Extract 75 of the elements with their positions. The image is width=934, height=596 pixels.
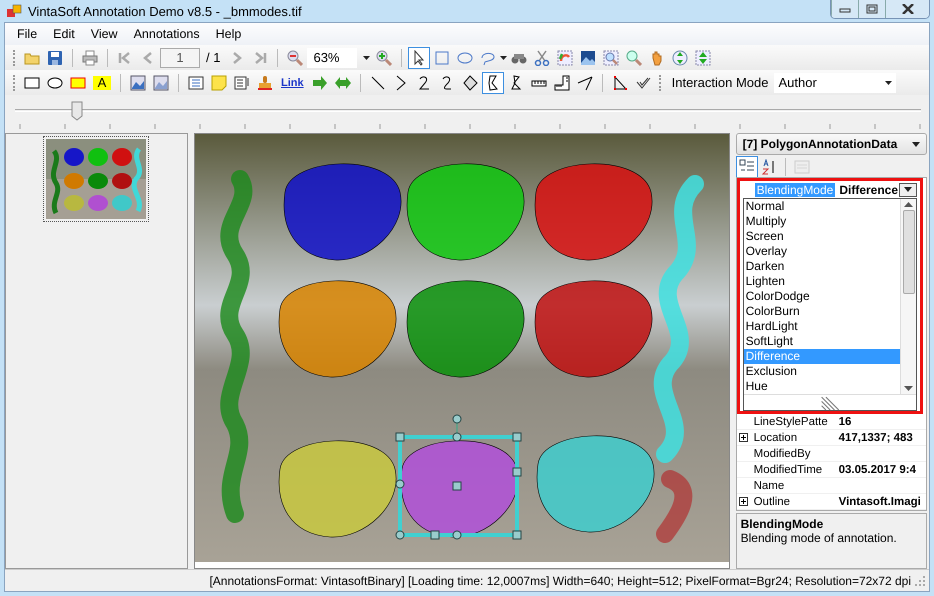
object-selector[interactable]: [7] PolygonAnnotationData <box>736 133 927 155</box>
scroll-up-icon[interactable] <box>904 202 913 207</box>
annotation-shape[interactable] <box>406 164 524 260</box>
dropdown-arrow-icon[interactable] <box>500 56 508 60</box>
list-option[interactable]: Darken <box>744 259 900 274</box>
annotation-shape[interactable] <box>220 170 252 523</box>
list-option[interactable]: ColorBurn <box>744 304 900 319</box>
expand-icon[interactable] <box>739 497 748 506</box>
list-option[interactable]: Overlay <box>744 244 900 259</box>
dropdown-arrow-icon[interactable] <box>363 56 370 60</box>
menu-item[interactable]: Annotations <box>126 27 208 41</box>
list-option[interactable]: ColorDodge <box>744 289 900 304</box>
menu-item[interactable]: View <box>82 27 126 41</box>
scroll-down-icon[interactable] <box>904 386 913 391</box>
list-option[interactable]: Lighten <box>744 274 900 289</box>
text-highlight-tool[interactable]: A <box>93 76 111 90</box>
annotation-shape[interactable] <box>534 280 652 378</box>
minimize-button[interactable] <box>831 0 858 18</box>
menu-item[interactable]: File <box>9 27 46 41</box>
annotation-shape[interactable] <box>278 440 396 538</box>
freehand-polygon-icon[interactable] <box>482 72 504 94</box>
status-text: [AnnotationsFormat: VintasoftBinary] [Loading time: 12,0007ms] Width=640; Height=512; PixelFormat=Bgr24; Resolution=72x72 dpi <box>209 574 911 588</box>
property-name[interactable]: ModifiedBy <box>750 448 835 460</box>
annotation-shape[interactable] <box>534 164 652 260</box>
property-value[interactable]: 16 <box>834 416 926 428</box>
annotation-shape[interactable] <box>400 440 518 538</box>
dropdown-button[interactable] <box>899 182 917 196</box>
annotation-shape[interactable] <box>536 436 654 532</box>
zoom-field[interactable]: 63% <box>307 48 358 68</box>
description-text: Blending mode of annotation. <box>740 531 898 545</box>
page-number-field[interactable]: 1 <box>160 48 200 68</box>
property-name[interactable]: ModifiedTime <box>750 464 835 476</box>
categorized-icon[interactable] <box>736 156 758 178</box>
menu-item[interactable]: Help <box>208 27 250 41</box>
resize-grip-icon[interactable] <box>915 576 925 586</box>
list-option[interactable]: Exclusion <box>744 364 900 379</box>
list-option[interactable]: Hue <box>744 379 900 394</box>
description-title: BlendingMode <box>740 517 824 531</box>
annotation-shape[interactable] <box>278 280 396 378</box>
interaction-mode-label: Interaction Mode <box>670 75 770 90</box>
property-value[interactable]: Difference <box>835 182 899 196</box>
list-option[interactable]: Multiply <box>744 214 900 229</box>
annotation-shape[interactable] <box>283 164 401 260</box>
list-option[interactable]: SoftLight <box>744 334 900 349</box>
close-icon <box>902 4 914 14</box>
annotation-shape[interactable] <box>406 280 524 378</box>
link-tool[interactable]: Link <box>277 76 308 88</box>
close-button[interactable] <box>885 0 929 18</box>
resize-grip-icon[interactable] <box>744 394 916 410</box>
selection-frame[interactable] <box>395 414 522 540</box>
property-value[interactable]: 417,1337; 483 <box>834 432 926 444</box>
property-value[interactable]: 03.05.2017 9:4 <box>834 464 926 476</box>
pointer-icon[interactable] <box>408 46 430 68</box>
window-title: VintaSoft Annotation Demo v8.5 - _bmmodes.tif <box>28 4 303 18</box>
interaction-mode-combo-box[interactable]: Author <box>774 72 896 92</box>
list-option[interactable]: Screen <box>744 229 900 244</box>
property-name[interactable]: Name <box>750 480 835 492</box>
menu-item[interactable]: Edit <box>45 27 83 41</box>
page-thumbnail[interactable] <box>43 136 150 222</box>
list-option[interactable]: HardLight <box>744 319 900 334</box>
slider-thumb[interactable] <box>71 101 83 121</box>
caret-icon <box>904 187 912 192</box>
property-name[interactable]: LineStylePatte <box>750 416 835 428</box>
property-value[interactable]: Vintasoft.Imagi <box>834 496 926 508</box>
property-name[interactable]: Outline <box>750 496 835 508</box>
list-option[interactable]: Normal <box>744 199 900 214</box>
maximize-button[interactable] <box>858 0 885 18</box>
dropdown-arrow-icon[interactable] <box>885 80 892 84</box>
property-name[interactable]: Location <box>750 432 835 444</box>
maximize-icon <box>866 4 878 14</box>
scrollbar[interactable] <box>900 199 916 394</box>
expand-icon[interactable] <box>739 433 748 442</box>
dropdown-arrow-icon[interactable] <box>912 142 920 146</box>
page-count: / 1 <box>205 50 222 65</box>
app-icon <box>6 3 22 19</box>
